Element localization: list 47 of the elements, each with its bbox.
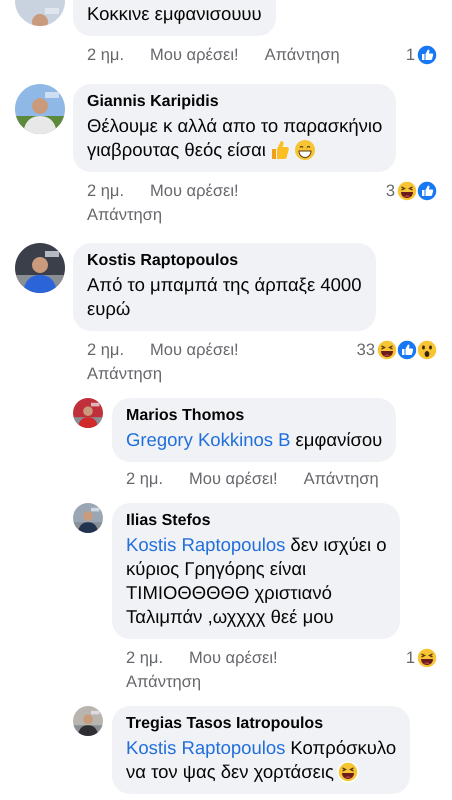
comment-text: γιαβρουτας θεός είσαι: [87, 138, 266, 162]
comment-time: 2 ημ.: [126, 648, 164, 668]
like-link[interactable]: Μου αρέσει!: [150, 182, 239, 200]
like-icon: [396, 339, 418, 361]
surprised-face-icon: [416, 339, 438, 361]
author-name: Kostis Raptopoulos: [87, 252, 240, 270]
grinning-face-icon: [294, 139, 316, 161]
reply-link[interactable]: Απάντηση: [112, 673, 201, 692]
comment-time: 2 ημ.: [87, 46, 124, 64]
reply-link[interactable]: Απάντηση: [73, 206, 162, 225]
comment-text: να τον ψας δεν χορτάσεις: [126, 760, 334, 784]
reply-link[interactable]: Απάντηση: [264, 46, 340, 64]
reaction-count: 1: [406, 648, 415, 668]
reply-link[interactable]: Απάντηση: [73, 365, 162, 384]
comment-text: Θέλουμε κ αλλά απο το παρασκήνιο: [87, 114, 382, 138]
laughing-face-icon: [376, 339, 398, 361]
laughing-face-icon: [396, 180, 418, 202]
comment-time: 2 ημ.: [126, 470, 164, 489]
reaction-count: 33: [356, 340, 375, 360]
reaction-count: 3: [386, 182, 395, 200]
reply-link[interactable]: Απάντηση: [304, 470, 379, 489]
mention-link[interactable]: Kostis Raptopoulos: [126, 533, 286, 557]
comment-text: ευρώ: [87, 297, 130, 321]
comment-text: κύριος Γρηγόρης είναι: [126, 557, 306, 581]
author-name: Ilias Stefos: [126, 512, 212, 530]
comment-text: Από το μπαμπά της άρπαξε 4000: [87, 273, 362, 297]
mention-link[interactable]: Kostis Raptopoulos: [126, 736, 286, 760]
like-link[interactable]: Μου αρέσει!: [189, 648, 278, 668]
author-name: Giannis Karipidis: [87, 93, 220, 111]
comment-text: εμφανίσου: [296, 428, 382, 452]
mention-link[interactable]: Gregory Kokkinos B: [126, 428, 291, 452]
comment-text: Ταλιμπάν ,ωχχχχ θεέ μου: [126, 605, 334, 629]
author-name: Tregias Tasos Iatropoulos: [126, 715, 324, 733]
comment-time: 2 ημ.: [87, 340, 124, 360]
like-link[interactable]: Μου αρέσει!: [189, 470, 278, 489]
comment-text: Κοπρόσκυλο: [290, 736, 396, 760]
laughing-face-icon: [416, 647, 438, 669]
like-icon: [416, 180, 438, 202]
comment-text: δεν ισχύει ο: [290, 533, 386, 557]
comment-text: Κοκκινε εμφανισουυυ: [87, 2, 262, 26]
comment-time: 2 ημ.: [87, 182, 124, 200]
reaction-count: 1: [406, 46, 415, 64]
comment-text: ΤΙΜΙΟΘΘΘΘΘ χριστιανό: [126, 581, 332, 605]
like-icon: [416, 44, 438, 66]
author-name: Marios Thomos: [126, 407, 246, 425]
like-link[interactable]: Μου αρέσει!: [150, 340, 239, 360]
like-link[interactable]: Μου αρέσει!: [150, 46, 239, 64]
